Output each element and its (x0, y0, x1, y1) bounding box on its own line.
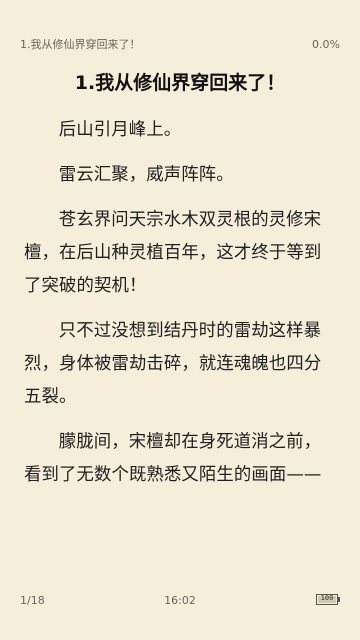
paragraph: 朦胧间，宋檀却在身死道消之前，看到了无数个既熟悉又陌生的画面—— (24, 432, 322, 485)
paragraph: 雷云汇聚，威声阵阵。 (58, 165, 234, 185)
clock: 16:02 (164, 594, 196, 607)
paragraph: 后山引月峰上。 (58, 120, 182, 140)
reader-footer: 1/18 16:02 100 (0, 588, 360, 612)
chapter-content[interactable]: 后山引月峰上。 雷云汇聚，威声阵阵。 苍玄界问天宗水木双灵根的灵修宋檀，在后山种… (24, 114, 338, 504)
reading-progress: 0.0% (312, 38, 340, 51)
paragraph: 只不过没想到结丹时的雷劫这样暴烈，身体被雷劫击碎，就连魂魄也四分五裂。 (24, 321, 322, 407)
chapter-title: 1.我从修仙界穿回来了！ (74, 72, 286, 94)
header-chapter-title: 1.我从修仙界穿回来了！ (20, 38, 141, 51)
battery-tip (338, 597, 340, 602)
battery-icon: 100 (316, 593, 342, 607)
battery-level: 100 (320, 594, 334, 602)
paragraph: 苍玄界问天宗水木双灵根的灵修宋檀，在后山种灵植百年，这才终于等到了突破的契机！ (24, 210, 322, 296)
